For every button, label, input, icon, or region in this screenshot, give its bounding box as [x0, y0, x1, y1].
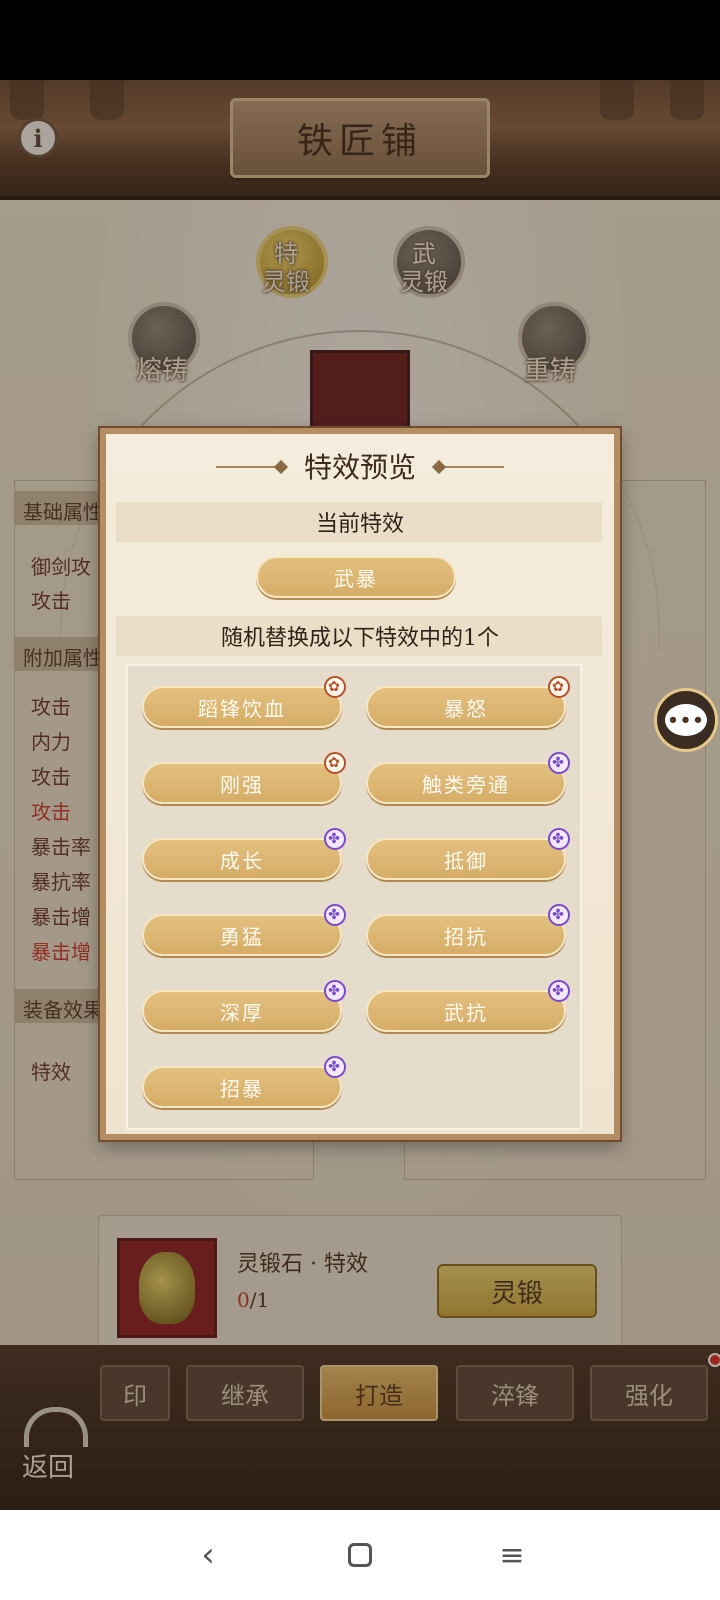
effect-option[interactable]: 招抗 ✤	[366, 904, 570, 956]
purple-flower-icon: ✤	[324, 980, 346, 1002]
purple-flower-icon: ✤	[548, 828, 570, 850]
purple-flower-icon: ✤	[548, 904, 570, 926]
current-effect-pill[interactable]: 武暴	[256, 556, 456, 598]
purple-flower-icon: ✤	[548, 980, 570, 1002]
system-nav-bar: ‹ ≡	[0, 1510, 720, 1600]
orange-flower-icon: ✿	[548, 676, 570, 698]
random-replace-label: 随机替换成以下特效中的1个	[221, 626, 499, 651]
effect-option[interactable]: 武抗 ✤	[366, 980, 570, 1032]
effect-option[interactable]: 蹈锋饮血 ✿	[142, 676, 346, 728]
modal-title: 特效预览	[303, 451, 416, 484]
chat-button[interactable]: •••	[654, 688, 718, 752]
nav-menu-icon[interactable]: ≡	[492, 1535, 532, 1575]
effect-preview-modal: 特效预览 当前特效 武暴 随机替换成以下特效中的1个 蹈锋饮血 ✿ 暴怒 ✿ 刚强 ✿…	[100, 428, 620, 1140]
game-screen: i 铁匠铺 特灵锻 武灵锻 熔铸 重铸 基础属性 御剑攻 攻击 附加属性 攻击 …	[0, 80, 720, 1510]
nav-back-icon[interactable]: ‹	[188, 1535, 228, 1575]
effect-option[interactable]: 成长 ✤	[142, 828, 346, 880]
effect-option[interactable]: 刚强 ✿	[142, 752, 346, 804]
purple-flower-icon: ✤	[324, 904, 346, 926]
orange-flower-icon: ✿	[324, 676, 346, 698]
effect-option[interactable]: 触类旁通 ✤	[366, 752, 570, 804]
effect-option[interactable]: 暴怒 ✿	[366, 676, 570, 728]
orange-flower-icon: ✿	[324, 752, 346, 774]
effect-option[interactable]: 招暴 ✤	[142, 1056, 346, 1108]
current-effect-label: 当前特效	[315, 512, 404, 537]
effect-options-grid: 蹈锋饮血 ✿ 暴怒 ✿ 刚强 ✿ 触类旁通 ✤ 成长 ✤ 抵御 ✤ 勇猛 ✤ 招抗 ✤ 深厚 ✤ …	[126, 664, 582, 1130]
effect-option[interactable]: 深厚 ✤	[142, 980, 346, 1032]
status-bar	[0, 0, 720, 80]
purple-flower-icon: ✤	[324, 828, 346, 850]
effect-option[interactable]: 勇猛 ✤	[142, 904, 346, 956]
nav-home-icon[interactable]	[340, 1535, 380, 1575]
chat-bubble-icon: •••	[665, 704, 707, 736]
purple-flower-icon: ✤	[548, 752, 570, 774]
effect-option[interactable]: 抵御 ✤	[366, 828, 570, 880]
purple-flower-icon: ✤	[324, 1056, 346, 1078]
